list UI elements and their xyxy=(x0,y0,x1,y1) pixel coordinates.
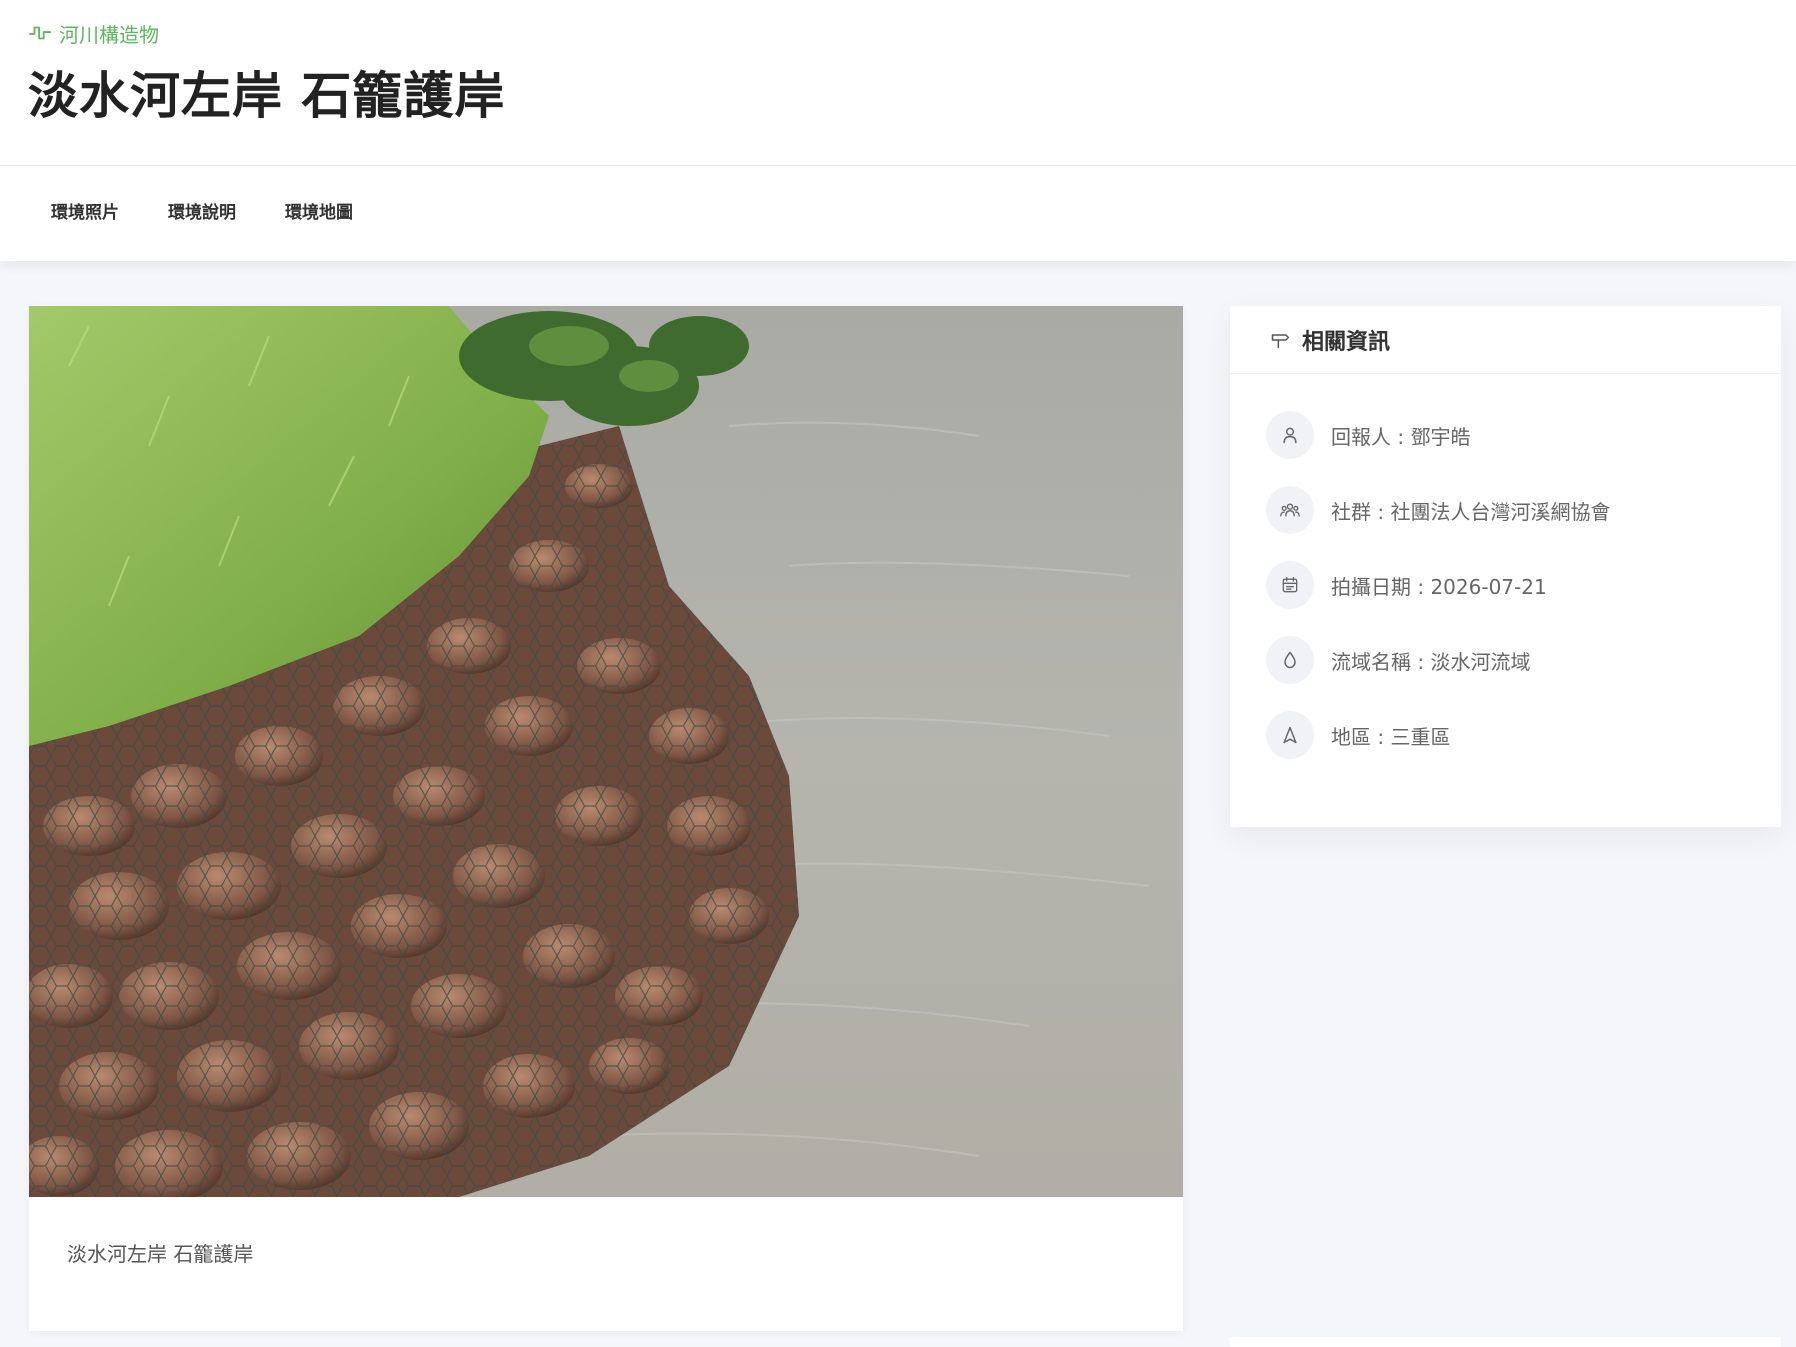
related-info-title: 相關資訊 xyxy=(1302,329,1391,355)
info-item-reporter: 回報人 : 鄧宇皓 xyxy=(1266,411,1610,459)
category-text[interactable]: 河川構造物 xyxy=(59,19,159,48)
calendar-icon xyxy=(1266,561,1314,609)
user-icon xyxy=(1266,411,1314,459)
tab-photos[interactable]: 環境照片 xyxy=(51,198,119,223)
tab-description[interactable]: 環境說明 xyxy=(168,198,236,223)
info-item-date: 拍攝日期 : 2026-07-21 xyxy=(1266,561,1610,609)
info-item-community: 社群 : 社團法人台灣河溪網協會 xyxy=(1266,486,1610,534)
page-title: 淡水河左岸 石籠護岸 xyxy=(28,67,506,125)
reporter-text: 回報人 : 鄧宇皓 xyxy=(1331,424,1471,449)
signpost-icon xyxy=(1270,330,1290,350)
page-header: 河川構造物 淡水河左岸 石籠護岸 xyxy=(0,0,1796,166)
tab-bar: 環境照片 環境說明 環境地圖 xyxy=(0,166,1796,261)
tab-map[interactable]: 環境地圖 xyxy=(285,198,353,223)
photo-caption: 淡水河左岸 石籠護岸 xyxy=(67,1242,254,1266)
related-info-panel: 相關資訊 回報人 : 鄧宇皓 社群: 社團法人台灣河溪網協會 拍攝日期: 2… xyxy=(1230,306,1781,827)
info-item-basin: 流域名稱 : 淡水河流域 xyxy=(1266,636,1610,684)
gabion-photo-illustration xyxy=(29,306,1183,1197)
navigation-icon xyxy=(1266,711,1314,759)
related-info-header: 相關資訊 xyxy=(1230,306,1781,374)
district-text: 地區 : 三重區 xyxy=(1331,724,1451,749)
date-text: 拍攝日期 : 2026-07-21 xyxy=(1331,574,1547,599)
basin-text: 流域名稱 : 淡水河流域 xyxy=(1331,649,1531,674)
environment-photo[interactable] xyxy=(29,306,1183,1197)
info-item-district: 地區 : 三重區 xyxy=(1266,711,1610,759)
group-icon xyxy=(1266,486,1314,534)
category-label: 河川構造物 xyxy=(29,19,159,48)
pulse-icon xyxy=(29,22,51,44)
panel-bottom-strip xyxy=(1230,1337,1781,1347)
info-list: 回報人 : 鄧宇皓 社群 : 社團法人台灣河溪網協會 拍攝日期: 2026-0… xyxy=(1266,411,1610,786)
community-text: 社群 : 社團法人台灣河溪網協會 xyxy=(1331,499,1611,524)
photo-card: 淡水河左岸 石籠護岸 xyxy=(29,306,1183,1331)
water-drop-icon xyxy=(1266,636,1314,684)
